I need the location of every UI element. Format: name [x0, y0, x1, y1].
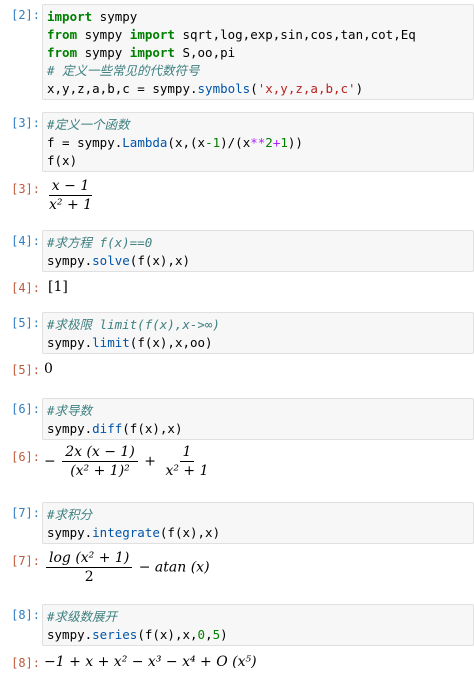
fraction-numerator: 2x (x − 1) [62, 444, 138, 462]
fraction-denominator: x² + 1 [49, 197, 93, 213]
output-cell-5: [5]: 0 [0, 360, 474, 384]
fraction: 2x (x − 1) (x² + 1)² [62, 444, 138, 479]
notebook-cell-2[interactable]: [2]: import sympy from sympy import sqrt… [0, 4, 474, 100]
math-output: −1 + x + x² − x³ − x⁴ + O (x⁵) [44, 654, 257, 670]
code-input[interactable]: #求级数展开 sympy.series(f(x),x,0,5) [42, 604, 474, 646]
code-line: import sympy [47, 9, 138, 24]
code-line: sympy.integrate(f(x),x) [47, 525, 221, 540]
code-line: sympy.solve(f(x),x) [47, 253, 191, 268]
code-comment: #求积分 [47, 507, 93, 522]
code-input[interactable]: #求导数 sympy.diff(f(x),x) [42, 398, 474, 440]
code-line: sympy.limit(f(x),x,oo) [47, 335, 213, 350]
input-prompt: [7]: [11, 506, 40, 520]
output-prompt: [4]: [11, 281, 40, 295]
code-line: from sympy import sqrt,log,exp,sin,cos,t… [47, 27, 416, 42]
code-line: sympy.diff(f(x),x) [47, 421, 183, 436]
code-line: sympy.series(f(x),x,0,5) [47, 627, 228, 642]
fraction: 1 x² + 1 [162, 444, 211, 479]
output-cell-8: [8]: −1 + x + x² − x³ − x⁴ + O (x⁵) [0, 652, 474, 678]
code-comment: #求极限 limit(f(x),x->∞) [47, 317, 220, 332]
math-tail: − atan (x) [138, 559, 210, 576]
fraction-denominator: x² + 1 [165, 463, 209, 479]
fraction-numerator: x − 1 [48, 178, 93, 196]
input-prompt: [3]: [11, 116, 40, 130]
notebook-cell-7[interactable]: [7]: #求积分 sympy.integrate(f(x),x) [0, 502, 474, 544]
output-value: [1] [48, 279, 68, 295]
code-input[interactable]: import sympy from sympy import sqrt,log,… [42, 4, 474, 100]
input-prompt: [4]: [11, 234, 40, 248]
output-prompt: [6]: [11, 450, 40, 464]
code-line: from sympy import S,oo,pi [47, 45, 236, 60]
input-prompt: [2]: [11, 8, 40, 22]
fraction-numerator: 1 [179, 444, 195, 462]
code-line: f(x) [47, 153, 78, 168]
input-prompt: [8]: [11, 608, 40, 622]
notebook-cell-4[interactable]: [4]: #求方程 f(x)==0 sympy.solve(f(x),x) [0, 230, 474, 272]
notebook-cell-3[interactable]: [3]: #定义一个函数 f = sympy.Lambda(x,(x-1)/(x… [0, 112, 474, 172]
output-value: 0 [44, 361, 53, 377]
math-output: x − 1 x² + 1 [44, 178, 474, 213]
fraction-denominator: (x² + 1)² [70, 463, 130, 479]
fraction: log (x² + 1) 2 [46, 550, 133, 585]
code-input[interactable]: #求方程 f(x)==0 sympy.solve(f(x),x) [42, 230, 474, 272]
fraction-denominator: 2 [84, 569, 94, 585]
code-line: x,y,z,a,b,c = sympy.symbols('x,y,z,a,b,c… [47, 81, 364, 96]
fraction: x − 1 x² + 1 [46, 178, 95, 213]
notebook-cell-5[interactable]: [5]: #求极限 limit(f(x),x->∞) sympy.limit(f… [0, 312, 474, 354]
fraction-numerator: log (x² + 1) [46, 550, 133, 568]
output-cell-3: [3]: x − 1 x² + 1 [0, 176, 474, 222]
code-input[interactable]: #求积分 sympy.integrate(f(x),x) [42, 502, 474, 544]
output-cell-4: [4]: [1] [0, 278, 474, 302]
code-comment: #求级数展开 [47, 609, 118, 624]
notebook-cell-6[interactable]: [6]: #求导数 sympy.diff(f(x),x) [0, 398, 474, 440]
output-cell-7: [7]: log (x² + 1) 2 − atan (x) [0, 548, 474, 598]
code-comment: #求导数 [47, 403, 93, 418]
notebook-cell-8[interactable]: [8]: #求级数展开 sympy.series(f(x),x,0,5) [0, 604, 474, 646]
code-comment: #求方程 f(x)==0 [47, 235, 153, 250]
math-output: − 2x (x − 1) (x² + 1)² + 1 x² + 1 [44, 444, 474, 479]
output-prompt: [3]: [11, 182, 40, 196]
code-input[interactable]: #定义一个函数 f = sympy.Lambda(x,(x-1)/(x**2+1… [42, 112, 474, 172]
output-prompt: [5]: [11, 363, 40, 377]
output-cell-6: [6]: − 2x (x − 1) (x² + 1)² + 1 x² + 1 [0, 442, 474, 494]
input-prompt: [5]: [11, 316, 40, 330]
output-prompt: [7]: [11, 554, 40, 568]
code-comment: #定义一个函数 [47, 117, 130, 132]
output-prompt: [8]: [11, 656, 40, 670]
math-output: log (x² + 1) 2 − atan (x) [44, 550, 474, 585]
code-input[interactable]: #求极限 limit(f(x),x->∞) sympy.limit(f(x),x… [42, 312, 474, 354]
code-line: f = sympy.Lambda(x,(x-1)/(x**2+1)) [47, 135, 303, 150]
code-comment: # 定义一些常见的代数符号 [47, 63, 200, 78]
input-prompt: [6]: [11, 402, 40, 416]
